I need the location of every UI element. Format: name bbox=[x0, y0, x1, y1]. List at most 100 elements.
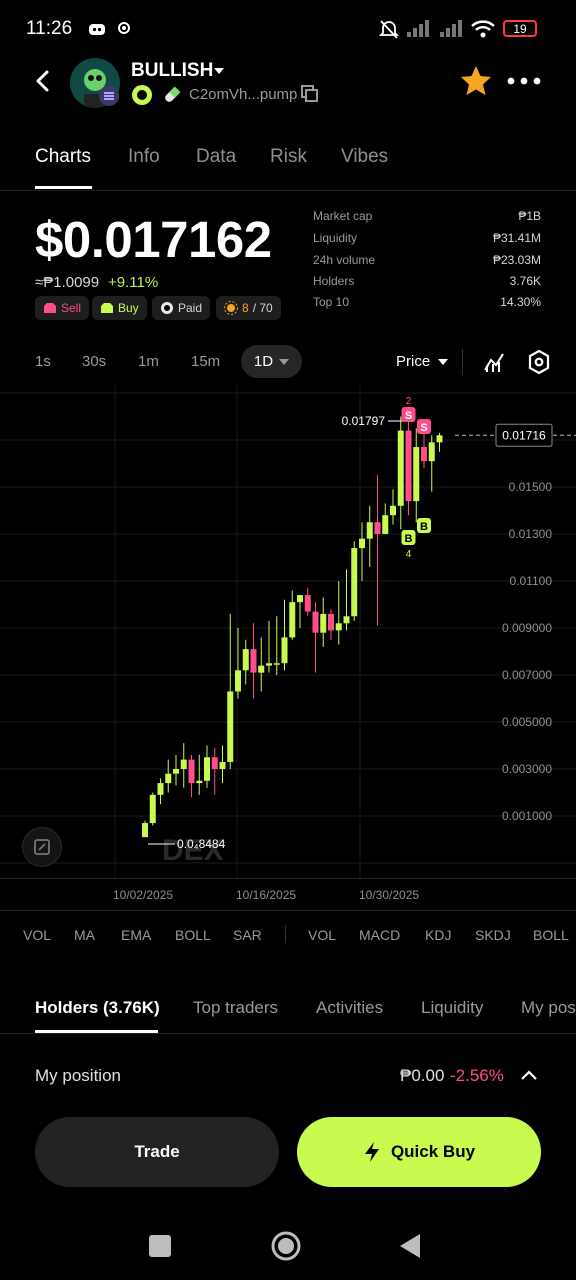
trade-button-label: Trade bbox=[134, 1142, 180, 1161]
sell-badge[interactable]: Sell bbox=[35, 296, 90, 320]
chart-fullscreen-button[interactable] bbox=[22, 827, 62, 867]
trade-button[interactable]: Trade bbox=[35, 1117, 279, 1187]
system-nav-bar bbox=[0, 1200, 576, 1280]
copy-icon[interactable] bbox=[300, 84, 320, 104]
candle-body bbox=[343, 616, 350, 624]
buy-badge[interactable]: Buy bbox=[92, 296, 147, 320]
tab-holders[interactable]: Holders (3.76K) bbox=[35, 998, 160, 1018]
indicator-skdj[interactable]: SKDJ bbox=[475, 927, 511, 943]
sun-score-icon bbox=[224, 301, 238, 315]
recent-apps-icon[interactable] bbox=[148, 1234, 172, 1258]
candle-body bbox=[405, 430, 412, 502]
stat-value-market-cap: ₱1B bbox=[518, 209, 541, 223]
timeframe-1s[interactable]: 1s bbox=[35, 353, 51, 370]
candle-body bbox=[436, 435, 443, 443]
candle-body bbox=[382, 515, 389, 534]
current-price: $0.017162 bbox=[35, 211, 272, 268]
indicator-sar[interactable]: SAR bbox=[233, 927, 262, 943]
paid-badge[interactable]: Paid bbox=[152, 296, 211, 320]
tab-activities[interactable]: Activities bbox=[316, 998, 383, 1018]
token-name[interactable]: BULLISH bbox=[131, 60, 213, 82]
paid-badge-label: Paid bbox=[178, 301, 203, 315]
stat-label-liquidity: Liquidity bbox=[313, 231, 358, 245]
quick-buy-button[interactable]: Quick Buy bbox=[297, 1117, 541, 1187]
quick-buy-button-label: Quick Buy bbox=[390, 1142, 476, 1161]
tab-my-position[interactable]: My pos bbox=[521, 998, 576, 1018]
timeframe-1d[interactable]: 1D bbox=[241, 345, 302, 378]
stat-label-volume: 24h volume bbox=[313, 253, 376, 267]
chevron-down-icon[interactable] bbox=[213, 66, 225, 76]
indicator-chart-icon[interactable] bbox=[483, 350, 507, 374]
signal-icon-1 bbox=[407, 20, 429, 37]
y-tick-label: 0.005000 bbox=[502, 715, 552, 729]
tab-charts[interactable]: Charts bbox=[35, 146, 91, 168]
score-badge[interactable]: 8 / 70 bbox=[216, 296, 281, 320]
buy-marker-count: 4 bbox=[406, 549, 412, 560]
tab-vibes[interactable]: Vibes bbox=[341, 146, 388, 168]
status-bar: 11:26 19 bbox=[0, 0, 576, 58]
home-icon[interactable] bbox=[270, 1230, 302, 1262]
current-price-label: 0.01716 bbox=[502, 428, 546, 442]
candle-body bbox=[242, 649, 249, 671]
candle-body bbox=[421, 447, 427, 462]
wifi-icon bbox=[471, 20, 495, 38]
y-tick-label: 0.003000 bbox=[502, 762, 552, 776]
indicator-kdj[interactable]: KDJ bbox=[425, 927, 451, 943]
chart-settings-icon[interactable] bbox=[527, 349, 551, 375]
y-tick-label: 0.01500 bbox=[509, 480, 553, 494]
timeframe-1m[interactable]: 1m bbox=[138, 353, 159, 370]
tab-liquidity[interactable]: Liquidity bbox=[421, 998, 483, 1018]
chain-badge-icon bbox=[99, 86, 119, 106]
indicator-vol[interactable]: VOL bbox=[23, 927, 51, 943]
buy-marker-label: B bbox=[420, 521, 428, 533]
candle-body bbox=[142, 823, 148, 838]
sell-marker-label: S bbox=[405, 410, 412, 422]
candle-body bbox=[266, 663, 272, 666]
indicator-separator bbox=[285, 925, 286, 943]
back-nav-icon[interactable] bbox=[398, 1233, 422, 1259]
price-mode-select[interactable]: Price bbox=[396, 353, 449, 370]
signal-icon-2 bbox=[440, 20, 462, 37]
chevron-down-icon bbox=[279, 358, 290, 365]
candle-body bbox=[157, 783, 164, 795]
battery-level: 19 bbox=[513, 21, 527, 36]
tab-top-traders[interactable]: Top traders bbox=[193, 998, 278, 1018]
buy-marker-label: B bbox=[405, 533, 413, 545]
back-arrow-icon[interactable] bbox=[30, 68, 56, 94]
timeframe-30s[interactable]: 30s bbox=[82, 353, 106, 370]
stat-label-market-cap: Market cap bbox=[313, 209, 373, 223]
indicator-macd[interactable]: MACD bbox=[359, 927, 400, 943]
chevron-up-icon[interactable] bbox=[520, 1068, 538, 1082]
stat-value-top10: 14.30% bbox=[500, 295, 541, 309]
stat-label-top10: Top 10 bbox=[313, 295, 350, 309]
tab-info[interactable]: Info bbox=[128, 146, 160, 168]
candle-body bbox=[413, 447, 420, 502]
star-icon[interactable] bbox=[459, 64, 493, 98]
more-options-icon[interactable] bbox=[506, 76, 542, 86]
indicator-boll[interactable]: BOLL bbox=[175, 927, 211, 943]
indicator-sub-boll[interactable]: BOLL bbox=[533, 927, 569, 943]
indicator-ema[interactable]: EMA bbox=[121, 927, 151, 943]
price-native: ≈₱1.0099 bbox=[35, 274, 100, 291]
indicator-sub-vol[interactable]: VOL bbox=[308, 927, 336, 943]
y-tick-label: 0.001000 bbox=[502, 809, 552, 823]
y-tick-label: 0.01100 bbox=[510, 574, 553, 588]
tab-data[interactable]: Data bbox=[196, 146, 236, 168]
candle-body bbox=[390, 505, 396, 516]
candle-body bbox=[397, 430, 404, 506]
timeframe-15m[interactable]: 15m bbox=[191, 353, 220, 370]
candle-body bbox=[219, 761, 226, 769]
tab-risk[interactable]: Risk bbox=[270, 146, 307, 168]
price-chart[interactable]: DEX0.015000.013000.011000.0090000.007000… bbox=[0, 385, 576, 880]
candle-body bbox=[320, 613, 327, 633]
lion-icon bbox=[161, 302, 173, 314]
candle-body bbox=[359, 538, 365, 549]
indicator-ma[interactable]: MA bbox=[74, 927, 95, 943]
candle-body bbox=[374, 522, 381, 534]
stat-value-liquidity: ₱31.41M bbox=[492, 231, 541, 245]
x-tick-1: 10/02/2025 bbox=[113, 888, 174, 902]
candle-body bbox=[149, 794, 156, 824]
score-value: 8 bbox=[242, 301, 249, 315]
toolbar-divider bbox=[462, 349, 463, 375]
sell-marker-label: S bbox=[420, 422, 427, 434]
